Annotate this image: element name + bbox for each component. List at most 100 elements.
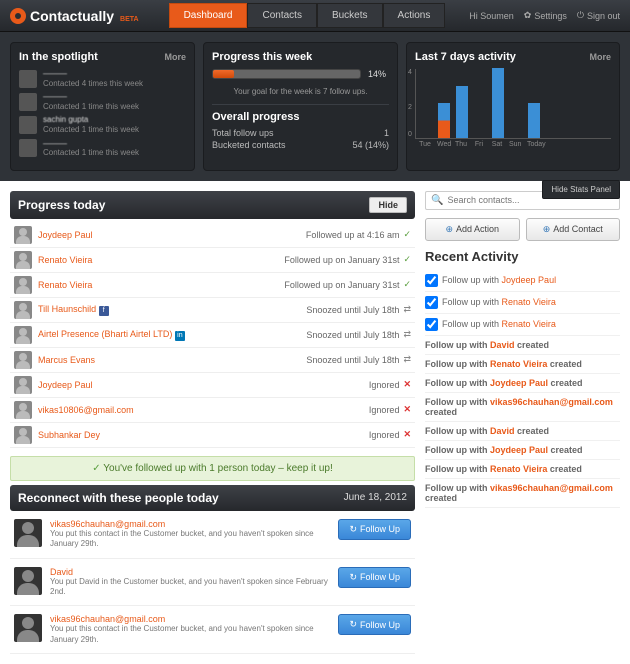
contact-name[interactable]: vikas96chauhan@gmail.com [50,614,330,624]
contact-link[interactable]: David [490,340,515,350]
contact-status: Ignored ✕ [369,379,411,390]
contact-name[interactable]: Renato Vieira [38,280,278,290]
chart-xlabel: Thu [455,141,467,148]
contact-status: Snoozed until July 18th ⇄ [306,329,411,340]
contact-link[interactable]: Joydeep Paul [490,445,548,455]
recent-activity-item[interactable]: Follow up with Joydeep Paul [425,270,620,292]
contact-name[interactable]: vikas96chauhan@gmail.com [50,519,330,529]
progress-row[interactable]: Renato Vieira Followed up on January 31s… [10,273,415,298]
contact-link[interactable]: Renato Vieira [490,464,547,474]
contact-link[interactable]: vikas96chauhan@gmail.com [490,397,613,407]
activity-more[interactable]: More [589,52,611,62]
recent-activity-item[interactable]: Follow up with Renato Vieira created [425,460,620,479]
check-icon: ✓ [403,279,411,290]
recent-activity-item[interactable]: Follow up with vikas96chauhan@gmail.com … [425,479,620,508]
chart-bar [438,103,450,138]
avatar [14,614,42,642]
contact-status: Followed up on January 31st ✓ [284,254,411,265]
recent-activity-item[interactable]: Follow up with vikas96chauhan@gmail.com … [425,393,620,422]
avatar [14,251,32,269]
recent-activity-item[interactable]: Follow up with Joydeep Paul created [425,441,620,460]
contact-link[interactable]: Renato Vieira [490,359,547,369]
contact-name[interactable]: Till Haunschild f [38,304,300,316]
check-icon: ✓ [92,463,100,474]
spotlight-item[interactable]: ———Contacted 4 times this week [19,69,186,88]
contact-link[interactable]: Renato Vieira [502,319,556,329]
contact-link[interactable]: Renato Vieira [502,297,556,307]
progress-row[interactable]: Airtel Presence (Bharti Airtel LTD) in Sn… [10,323,415,348]
progress-row[interactable]: Marcus Evans Snoozed until July 18th ⇄ [10,348,415,373]
progress-row[interactable]: Subhankar Dey Ignored ✕ [10,423,415,448]
spotlight-item[interactable]: ———Contacted 1 time this week [19,92,186,111]
activity-checkbox[interactable] [425,296,438,309]
nav-actions[interactable]: Actions [383,3,446,28]
recent-activity-item[interactable]: Follow up with Joydeep Paul created [425,374,620,393]
avatar [14,276,32,294]
chart-xlabel: Sun [509,141,521,148]
settings-link[interactable]: ✿Settings [524,10,567,21]
contact-link[interactable]: Joydeep Paul [490,378,548,388]
recent-title: Recent Activity [425,249,620,264]
reconnect-item: vikas96chauhan@gmail.comYou put this con… [10,606,415,654]
user-plus-icon: ⊕ [543,224,551,235]
progress-row[interactable]: Joydeep Paul Ignored ✕ [10,373,415,398]
spotlight-item[interactable]: sachin guptaContacted 1 time this week [19,115,186,134]
progress-row[interactable]: Till Haunschild fSnoozed until July 18th… [10,298,415,323]
add-action-button[interactable]: ⊕Add Action [425,218,520,241]
recent-activity-item[interactable]: Follow up with Renato Vieira [425,292,620,314]
contact-name[interactable]: Joydeep Paul [38,380,363,390]
recent-activity-item[interactable]: Follow up with Renato Vieira created [425,355,620,374]
facebook-icon: f [99,306,109,316]
nav-contacts[interactable]: Contacts [247,3,316,28]
follow-up-button[interactable]: ↻Follow Up [338,614,411,635]
progress-week-panel: Progress this week 14% Your goal for the… [203,42,398,171]
reconnect-date: June 18, 2012 [344,492,407,503]
progress-today-header: Progress today Hide [10,191,415,219]
activity-checkbox[interactable] [425,274,438,287]
chart-xlabel: Today [527,141,539,148]
nav-buckets[interactable]: Buckets [317,3,383,28]
contact-link[interactable]: vikas96chauhan@gmail.com [490,483,613,493]
contact-name[interactable]: Marcus Evans [38,355,300,365]
reconnect-item: vikas96chauhan@gmail.comYou put this con… [10,511,415,559]
logo[interactable]: Contactually BETA [10,8,139,24]
x-icon: ✕ [403,404,411,415]
progress-row[interactable]: Joydeep Paul Followed up at 4:16 am ✓ [10,223,415,248]
contact-name[interactable]: vikas10806@gmail.com [38,405,363,415]
contact-desc: You put this contact in the Customer buc… [50,624,330,645]
avatar [14,376,32,394]
chart-bar [456,86,468,139]
contact-link[interactable]: David [490,426,515,436]
avatar [14,426,32,444]
beta-badge: BETA [120,16,139,23]
spotlight-panel: In the spotlightMore ———Contacted 4 time… [10,42,195,171]
follow-up-button[interactable]: ↻Follow Up [338,519,411,540]
nav-dashboard[interactable]: Dashboard [169,3,248,28]
greeting: Hi Soumen [469,11,514,21]
progress-row[interactable]: vikas10806@gmail.com Ignored ✕ [10,398,415,423]
progress-pct: 14% [368,69,386,79]
contact-name[interactable]: Airtel Presence (Bharti Airtel LTD) in [38,329,300,341]
progress-row[interactable]: Renato Vieira Followed up on January 31s… [10,248,415,273]
contact-name[interactable]: Joydeep Paul [38,230,300,240]
contact-name[interactable]: David [50,567,330,577]
spotlight-more[interactable]: More [164,52,186,62]
activity-checkbox[interactable] [425,318,438,331]
follow-up-button[interactable]: ↻Follow Up [338,567,411,588]
spotlight-item[interactable]: ———Contacted 1 time this week [19,139,186,158]
chart-bar [492,68,504,138]
hide-button[interactable]: Hide [369,197,407,213]
activity-panel: Last 7 days activityMore 420 TueWedThuFr… [406,42,620,171]
add-contact-button[interactable]: ⊕Add Contact [526,218,621,241]
hide-stats-button[interactable]: Hide Stats Panel [542,180,620,199]
chart-xlabel: Sat [491,141,503,148]
brand-text: Contactually [30,8,114,24]
recent-activity-item[interactable]: Follow up with David created [425,422,620,441]
recent-activity-item[interactable]: Follow up with Renato Vieira [425,314,620,336]
recent-activity-item[interactable]: Follow up with David created [425,336,620,355]
signout-link[interactable]: ⏻Sign out [577,10,620,21]
avatar [19,116,37,134]
contact-link[interactable]: Joydeep Paul [502,275,557,285]
contact-name[interactable]: Renato Vieira [38,255,278,265]
contact-name[interactable]: Subhankar Dey [38,430,363,440]
